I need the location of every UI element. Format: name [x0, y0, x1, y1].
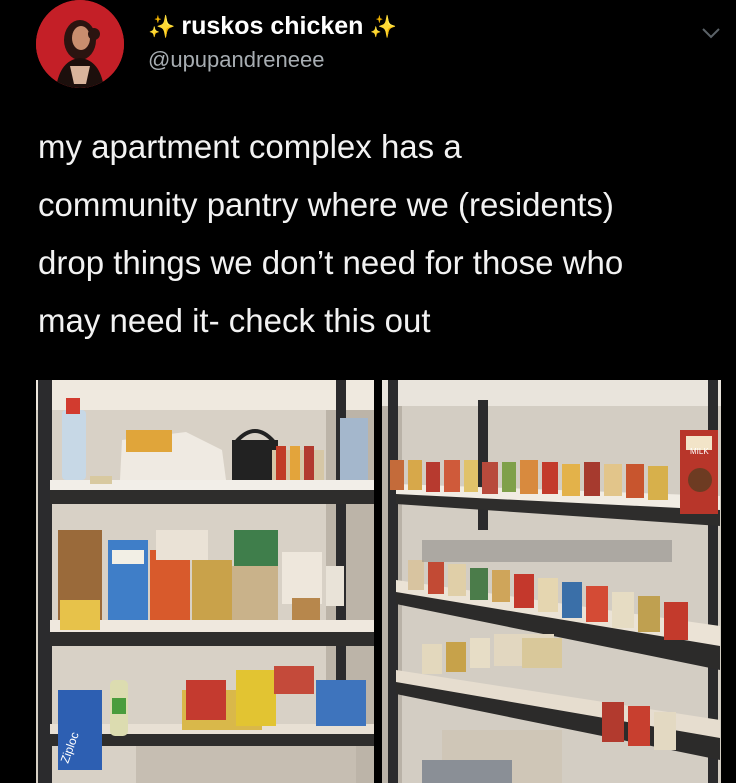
display-name-row[interactable]: ✨ ruskos chicken ✨: [148, 12, 397, 41]
tweet-media[interactable]: Ziploc MILK: [36, 380, 721, 783]
milk-label: MILK: [690, 447, 709, 456]
tweet-text: my apartment complex has a community pan…: [38, 118, 718, 350]
display-name[interactable]: ruskos chicken: [181, 12, 363, 41]
sparkles-icon: ✨: [148, 13, 176, 39]
chevron-down-icon[interactable]: [700, 22, 722, 44]
user-handle[interactable]: @upupandreneee: [148, 47, 397, 73]
avatar[interactable]: [36, 0, 124, 88]
tweet-header: ✨ ruskos chicken ✨ @upupandreneee: [0, 0, 736, 100]
tweet-line: may need it- check this out: [38, 302, 431, 339]
tweet-line: drop things we don’t need for those who: [38, 244, 624, 281]
tweet-line: my apartment complex has a: [38, 128, 462, 165]
photo-pantry-shelves-right[interactable]: MILK: [382, 380, 721, 783]
avatar-image: [36, 0, 124, 88]
photo-pantry-shelves-left[interactable]: Ziploc: [36, 380, 374, 783]
tweet-line: community pantry where we (residents): [38, 186, 614, 223]
sparkles-icon: ✨: [369, 13, 397, 39]
